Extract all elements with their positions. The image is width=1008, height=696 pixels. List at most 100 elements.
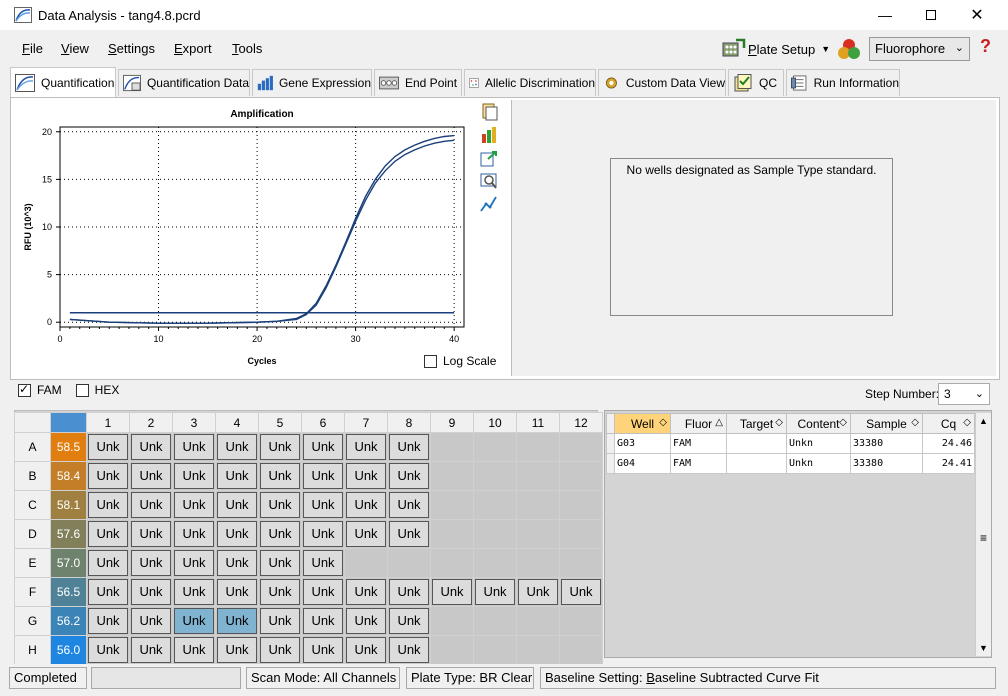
plate-well[interactable]: Unk [86,519,130,549]
plate-row-header[interactable]: B [14,461,51,491]
plate-well[interactable] [516,432,560,462]
well-sample-type[interactable]: Unk [131,550,171,576]
plate-well[interactable] [516,606,560,636]
cell-content[interactable]: Unkn [786,433,851,454]
fam-check[interactable] [18,382,31,397]
plate-well[interactable]: Unk [301,635,345,665]
plate-well[interactable]: Unk [172,606,216,636]
well-sample-type[interactable]: Unk [88,637,128,663]
fam-checkbox[interactable]: FAM [18,382,62,397]
plate-well[interactable]: Unk [129,490,173,520]
menu-settings[interactable]: Settings [108,41,155,56]
plate-well[interactable]: Unk [301,461,345,491]
plate-well[interactable]: Unk [344,432,388,462]
well-sample-type[interactable]: Unk [389,637,429,663]
well-sample-type[interactable]: Unk [217,637,257,663]
plate-row-header[interactable]: E [14,548,51,578]
plate-well[interactable]: Unk [129,461,173,491]
scroll-grip-icon[interactable]: ≡ [980,531,987,545]
well-sample-type[interactable]: Unk [88,492,128,518]
plate-well[interactable]: Unk [430,577,474,607]
plate-column-header[interactable]: 5 [258,412,302,433]
well-sample-type[interactable]: Unk [432,579,472,605]
plate-well[interactable]: Unk [215,606,259,636]
well-sample-type[interactable]: Unk [131,637,171,663]
plate-column-header[interactable]: 2 [129,412,173,433]
plate-well[interactable] [473,635,517,665]
well-sample-type[interactable]: Unk [260,637,300,663]
plate-column-header[interactable]: 1 [86,412,130,433]
plate-column-header[interactable]: 7 [344,412,388,433]
plate-well[interactable]: Unk [172,635,216,665]
well-sample-type[interactable]: Unk [217,608,257,634]
plate-well[interactable] [430,490,474,520]
well-sample-type[interactable]: Unk [260,608,300,634]
plate-well[interactable] [473,461,517,491]
plate-well[interactable] [473,519,517,549]
tab-gene-expression[interactable]: Gene Expression [252,69,372,96]
plate-well[interactable]: Unk [473,577,517,607]
well-sample-type[interactable]: Unk [303,637,343,663]
plate-column-header[interactable]: 8 [387,412,431,433]
well-sample-type[interactable]: Unk [88,550,128,576]
plate-well[interactable]: Unk [129,606,173,636]
well-sample-type[interactable]: Unk [174,492,214,518]
cell-sample[interactable]: 33380 [850,453,923,474]
close-button[interactable]: ✕ [954,0,1000,30]
well-sample-type[interactable]: Unk [131,608,171,634]
grid-header-sample[interactable]: Sample ◇ [850,413,923,434]
well-sample-type[interactable]: Unk [217,434,257,460]
tab-quantification-data[interactable]: Quantification Data [118,69,250,96]
plate-row-header[interactable]: G [14,606,51,636]
well-sample-type[interactable]: Unk [346,579,386,605]
well-sample-type[interactable]: Unk [174,434,214,460]
maximize-button[interactable] [908,0,954,30]
plate-well[interactable]: Unk [258,635,302,665]
tab-qc[interactable]: QC [728,69,784,96]
plate-well[interactable]: Unk [387,432,431,462]
well-sample-type[interactable]: Unk [174,579,214,605]
plate-well[interactable]: Unk [301,606,345,636]
plate-well[interactable] [559,548,603,578]
grid-row-header[interactable] [606,453,615,474]
well-sample-type[interactable]: Unk [260,579,300,605]
plate-well[interactable]: Unk [344,606,388,636]
help-icon[interactable]: ? [980,36,991,57]
plate-well[interactable] [430,461,474,491]
scroll-up-icon[interactable]: ▲ [979,416,988,426]
hex-check[interactable] [75,383,89,397]
well-sample-type[interactable]: Unk [346,521,386,547]
plate-column-header[interactable]: 10 [473,412,517,433]
well-sample-type[interactable]: Unk [174,550,214,576]
well-sample-type[interactable]: Unk [88,434,128,460]
plate-setup-button[interactable]: Plate Setup ▼ [720,37,830,61]
well-sample-type[interactable]: Unk [389,463,429,489]
plate-row-header[interactable]: A [14,432,51,462]
well-sample-type[interactable]: Unk [217,492,257,518]
well-sample-type[interactable]: Unk [131,579,171,605]
plate-well[interactable]: Unk [387,606,431,636]
cell-well[interactable]: G04 [614,453,671,474]
well-sample-type[interactable]: Unk [303,463,343,489]
plate-well[interactable] [516,519,560,549]
plate-well[interactable] [473,548,517,578]
plate-well[interactable]: Unk [172,490,216,520]
plate-well[interactable]: Unk [86,461,130,491]
plate-row-header[interactable]: F [14,577,51,607]
plate-well[interactable]: Unk [301,548,345,578]
well-sample-type[interactable]: Unk [561,579,601,605]
minimize-button[interactable]: — [862,0,908,30]
zoom-chart-icon[interactable] [480,172,498,190]
plate-well[interactable]: Unk [215,490,259,520]
plate-well[interactable]: Unk [172,548,216,578]
log-scale-check[interactable] [424,354,437,368]
well-sample-type[interactable]: Unk [389,521,429,547]
well-sample-type[interactable]: Unk [217,463,257,489]
plate-column-header[interactable]: 11 [516,412,560,433]
well-sample-type[interactable]: Unk [131,492,171,518]
grid-header-content[interactable]: Content ◇ [786,413,851,434]
menu-view[interactable]: View [61,41,89,56]
plate-well[interactable]: Unk [344,519,388,549]
plate-well[interactable] [473,490,517,520]
well-sample-type[interactable]: Unk [303,521,343,547]
